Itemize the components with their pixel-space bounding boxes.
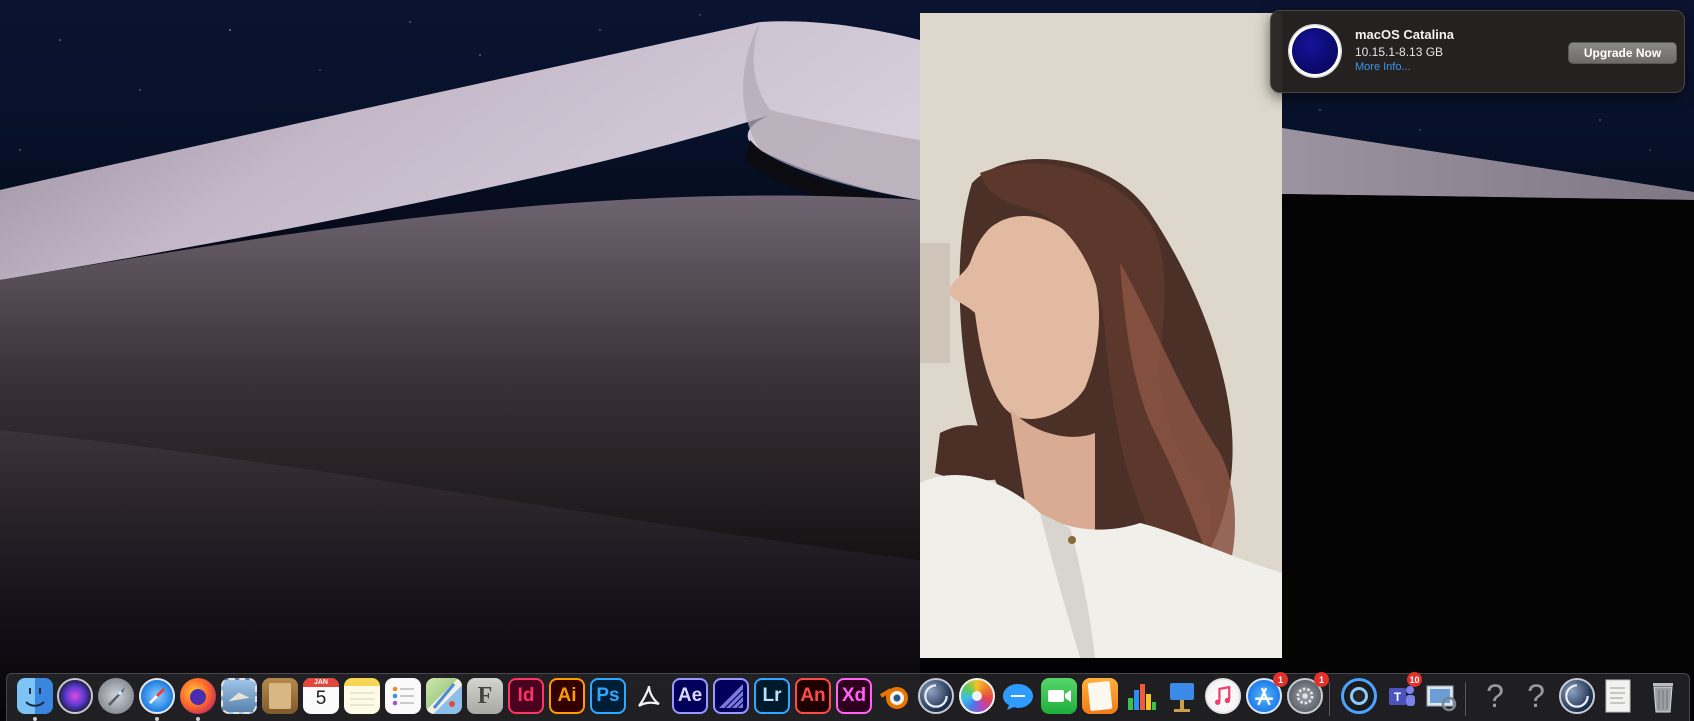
xd-label: Xd [841,685,867,706]
calendar-day: 5 [315,688,327,709]
stamp-icon[interactable] [221,678,257,714]
dunes-illustration [0,14,1694,720]
video-window[interactable] [920,13,1282,658]
app-store-badge: 1 [1273,672,1288,687]
aftereffects-icon[interactable]: Ae [672,678,708,714]
photoshop-icon[interactable]: Ps [590,678,626,714]
notes-icon[interactable] [344,678,380,714]
dock-separator [1329,682,1330,716]
photoshop-label: Ps [596,685,620,706]
desktop-wallpaper [0,0,1694,720]
font-book-label: F [477,682,493,709]
aftereffects-label: Ae [677,685,703,706]
unknown-app-label: ? [1527,678,1545,714]
address-book-icon[interactable] [262,678,298,714]
system-preferences-badge: 1 [1314,672,1329,687]
acrobat-icon[interactable] [631,678,667,714]
more-info-link[interactable]: More Info... [1355,61,1411,73]
finder-icon[interactable] [17,678,53,714]
illustrator-label: Ai [557,685,577,706]
question-icon[interactable]: ? [1477,678,1513,714]
cinema4d-icon[interactable] [918,678,954,714]
svg-text:T: T [1394,690,1402,704]
calendar-icon[interactable]: JAN 5 [303,678,339,714]
siri-icon[interactable] [57,678,93,714]
screen-record-icon[interactable] [1341,678,1377,714]
rocket-icon[interactable] [98,678,134,714]
pages-icon[interactable] [1082,678,1118,714]
illustrator-icon[interactable]: Ai [549,678,585,714]
unknown-app-label: ? [1486,678,1504,714]
music-icon[interactable] [1205,678,1241,714]
photos-icon[interactable] [959,678,995,714]
teams-badge: 10 [1407,672,1422,687]
xd-icon[interactable]: Xd [836,678,872,714]
update-notification[interactable]: macOS Catalina 10.15.1-8.13 GB More Info… [1270,10,1685,93]
font-icon[interactable]: F [467,678,503,714]
dock-separator [1465,682,1466,716]
animate-label: An [800,685,826,706]
firefox-icon[interactable] [180,678,216,714]
map-icon[interactable] [426,678,462,714]
blender-icon[interactable] [877,678,913,714]
messages-icon[interactable] [1000,678,1036,714]
notification-subtitle: 10.15.1-8.13 GB [1355,45,1444,59]
question-icon[interactable]: ? [1518,678,1554,714]
facetime-icon[interactable] [1041,678,1077,714]
media-encoder-icon[interactable] [713,678,749,714]
dock: JAN 5 F Id Ai Ps Ae Lr An Xd 1 1 T 10 ? … [6,672,1690,721]
notification-title: macOS Catalina [1355,27,1454,42]
calendar-month: JAN [303,678,339,687]
person-photo [920,13,1282,658]
upgrade-now-button[interactable]: Upgrade Now [1568,42,1677,64]
keynote-icon[interactable] [1164,678,1200,714]
checklist-icon[interactable] [385,678,421,714]
lightroom-label: Lr [762,685,782,706]
catalina-icon [1289,25,1341,77]
indesign-label: Id [517,685,535,706]
trash-icon[interactable] [1645,678,1681,714]
animate-icon[interactable]: An [795,678,831,714]
numbers-icon[interactable] [1123,678,1159,714]
document-icon[interactable] [1600,678,1636,714]
indesign-icon[interactable]: Id [508,678,544,714]
lightroom-icon[interactable]: Lr [754,678,790,714]
cinema4d-icon[interactable] [1559,678,1595,714]
compass-icon[interactable] [139,678,175,714]
preview-icon[interactable] [1423,678,1459,714]
